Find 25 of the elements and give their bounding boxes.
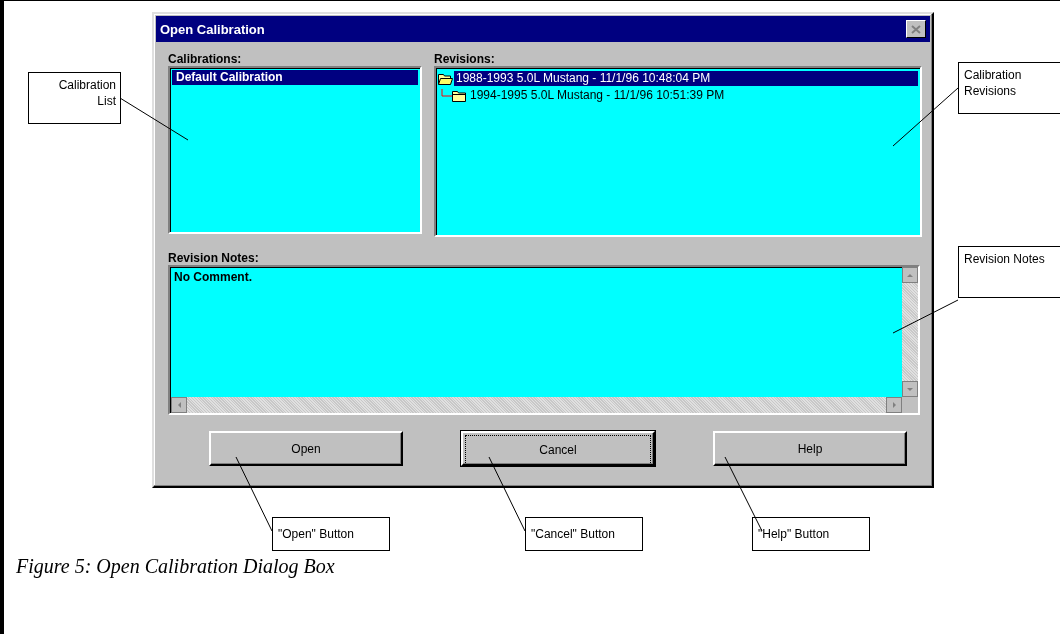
dialog-button[interactable]: Open [209,431,403,466]
tree-item[interactable]: 1994-1995 5.0L Mustang - 11/1/96 10:51:39 PM [468,88,727,103]
field-label: Calibrations: [168,52,243,66]
callout-label: Calibration Revisions [958,62,1060,114]
callout-label: "Open" Button [272,517,390,551]
list-item[interactable]: Default Calibration [172,70,418,85]
leader-line [119,97,189,141]
callout-label: "Cancel" Button [525,517,643,551]
dialog-button[interactable]: Cancel [461,431,655,466]
callout-label: Calibration List [28,72,121,124]
close-button[interactable] [906,20,926,38]
notes-field[interactable]: No Comment. [171,268,902,397]
callout-label: "Help" Button [752,517,870,551]
dialog-button[interactable]: Help [713,431,907,466]
leader-line [892,299,959,334]
vertical-scrollbar[interactable] [902,267,918,397]
field-label: Revision Notes: [168,251,260,265]
close-icon [911,24,921,34]
figure-caption: Figure 5: Open Calibration Dialog Box [16,555,335,577]
window-title: Open Calibration [160,21,265,37]
horizontal-scrollbar[interactable] [171,397,902,413]
tree-item[interactable]: 1988-1993 5.0L Mustang - 11/1/96 10:48:04 PM [454,71,918,86]
callout-label: Revision Notes [958,246,1060,298]
leader-line [892,87,959,147]
field-label: Revisions: [434,52,496,66]
